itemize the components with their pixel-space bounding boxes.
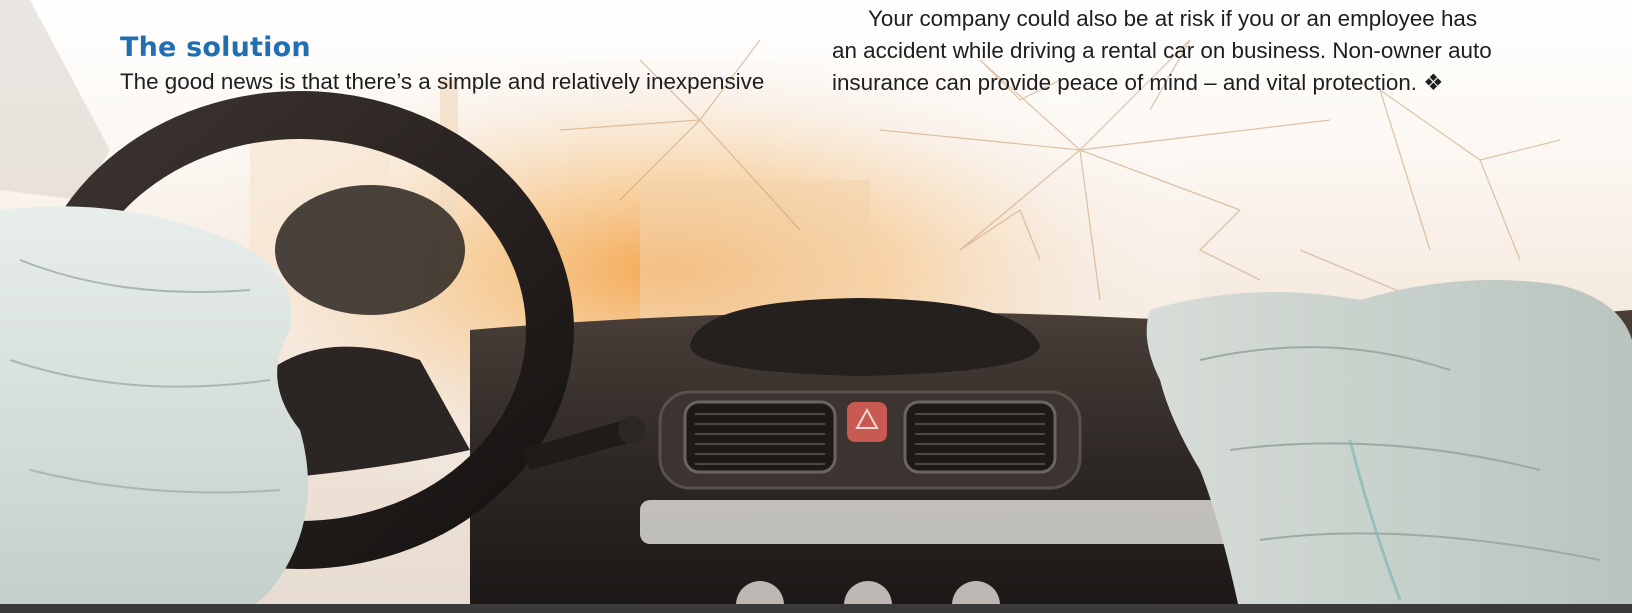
article-left-column: The solution The good news is that there…	[120, 30, 820, 98]
section-heading: The solution	[120, 32, 311, 63]
left-paragraph-line: The good news is that there’s a simple a…	[120, 69, 765, 94]
dashboard-trim	[640, 500, 1240, 544]
right-paragraph-line: an accident while driving a rental car o…	[832, 38, 1492, 63]
left-air-vent	[683, 400, 837, 474]
driver-airbag	[0, 206, 308, 613]
right-air-vent	[903, 400, 1057, 474]
right-paragraph-line: insurance can provide peace of mind – an…	[832, 70, 1444, 95]
article-right-column: Your company could also be at risk if yo…	[832, 3, 1552, 99]
right-paragraph-line: Your company could also be at risk if yo…	[868, 6, 1478, 31]
stalk-tip	[618, 416, 646, 444]
bottom-shadow	[0, 604, 1632, 613]
